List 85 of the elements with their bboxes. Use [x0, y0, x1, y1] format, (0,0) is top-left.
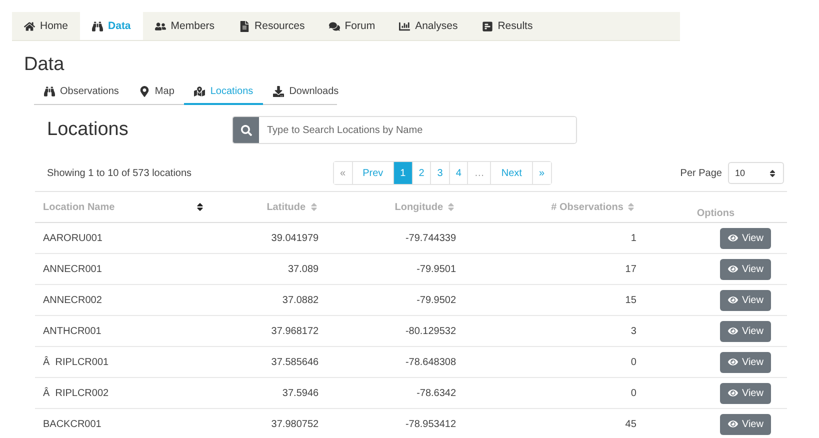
- eye-icon: [728, 357, 738, 367]
- table-cell: -79.9502: [324, 284, 462, 316]
- search-icon: [240, 124, 252, 136]
- sort-icon: [768, 168, 777, 178]
- section-title: Locations: [47, 119, 130, 141]
- sort-icon: [308, 202, 319, 212]
- table-cell: 0: [462, 378, 644, 408]
- page-link[interactable]: 1: [393, 162, 412, 184]
- eye-icon: [728, 264, 738, 274]
- column-label: Location Name: [43, 202, 115, 212]
- eye-icon: [728, 233, 738, 243]
- table-cell: ANTHCR001: [35, 316, 215, 346]
- table-cell: ANNECR001: [35, 254, 215, 284]
- eye-icon: [728, 419, 738, 429]
- search-field[interactable]: Type to Search Locations by Name: [232, 116, 577, 144]
- nav-tab[interactable]: Members: [142, 12, 227, 40]
- table-cell: 37.5946: [214, 378, 325, 408]
- page-link[interactable]: »: [532, 162, 550, 184]
- page-link[interactable]: 2: [412, 162, 430, 184]
- table-cell: -78.953412: [324, 408, 462, 438]
- table-cell: 37.089: [214, 254, 325, 284]
- table-cell: 37.585646: [214, 346, 325, 378]
- sub-tab[interactable]: Downloads: [263, 82, 349, 105]
- table-cell: ANNECR002: [35, 284, 215, 316]
- column-label: Latitude: [266, 202, 306, 212]
- sort-icon: [194, 202, 205, 212]
- nav-tab[interactable]: Resources: [226, 12, 317, 40]
- eye-icon: [728, 295, 738, 305]
- table-cell: Â RIPLCR002: [35, 378, 215, 408]
- nav-tab[interactable]: Data: [80, 12, 143, 40]
- sub-tab[interactable]: Locations: [184, 82, 264, 105]
- table-cell: 17: [462, 254, 644, 284]
- table-cell: 37.980752: [214, 408, 325, 438]
- page-title: Data: [24, 54, 66, 76]
- table-cell: 45: [462, 408, 644, 438]
- table-cell: 39.041979: [214, 222, 325, 254]
- view-button[interactable]: View: [720, 352, 772, 372]
- table-cell: 37.968172: [214, 316, 325, 346]
- view-button[interactable]: View: [720, 320, 772, 342]
- table-cell: -80.129532: [324, 316, 462, 346]
- table-cell: -78.6342: [324, 378, 462, 408]
- home-icon: [24, 20, 35, 32]
- binoculars-icon: [92, 20, 104, 32]
- table-cell: 3: [462, 316, 644, 346]
- table-cell: BACKCR001: [35, 408, 215, 438]
- sub-tab[interactable]: Observations: [34, 82, 129, 105]
- sort-icon: [446, 202, 456, 212]
- view-button[interactable]: View: [720, 382, 772, 404]
- table-cell: -79.9501: [324, 254, 462, 284]
- view-button[interactable]: View: [720, 228, 772, 248]
- users-icon: [154, 20, 166, 32]
- chat-icon: [328, 20, 340, 32]
- table-cell: 15: [462, 284, 644, 316]
- per-page-select[interactable]: 10: [728, 162, 784, 184]
- page-link[interactable]: …: [467, 162, 490, 184]
- nav-tab[interactable]: Forum: [316, 12, 388, 40]
- map-pin-icon: [138, 86, 150, 97]
- page-link[interactable]: 4: [448, 162, 468, 184]
- table-cell: Â RIPLCR001: [35, 346, 215, 378]
- nav-tab[interactable]: Home: [12, 12, 80, 40]
- column-label: Options: [696, 208, 735, 219]
- table-cell: 1: [462, 222, 644, 254]
- document-icon: [238, 20, 250, 32]
- nav-tab[interactable]: Analyses: [387, 12, 470, 40]
- results-summary: Showing 1 to 10 of 573 locations: [47, 168, 193, 178]
- view-button[interactable]: View: [720, 258, 772, 280]
- table-cell: 37.0882: [214, 284, 325, 316]
- table-cell: AARORU001: [35, 222, 215, 254]
- search-button[interactable]: [233, 117, 259, 143]
- view-button[interactable]: View: [720, 290, 772, 310]
- table-cell: -78.648308: [324, 346, 462, 378]
- binoculars-icon: [44, 86, 55, 97]
- download-icon: [273, 86, 284, 97]
- sub-tab[interactable]: Map: [128, 82, 184, 105]
- table-cell: 0: [462, 346, 644, 378]
- eye-icon: [728, 388, 738, 398]
- view-button[interactable]: View: [720, 414, 772, 434]
- table-cell: -79.744339: [324, 222, 462, 254]
- map-icon: [194, 86, 206, 97]
- per-page-label: Per Page: [680, 168, 722, 178]
- column-label: Longitude: [394, 202, 444, 212]
- eye-icon: [728, 326, 738, 336]
- sort-icon: [626, 202, 636, 212]
- nav-tab[interactable]: Results: [470, 12, 545, 40]
- column-label: # Observations: [551, 202, 624, 212]
